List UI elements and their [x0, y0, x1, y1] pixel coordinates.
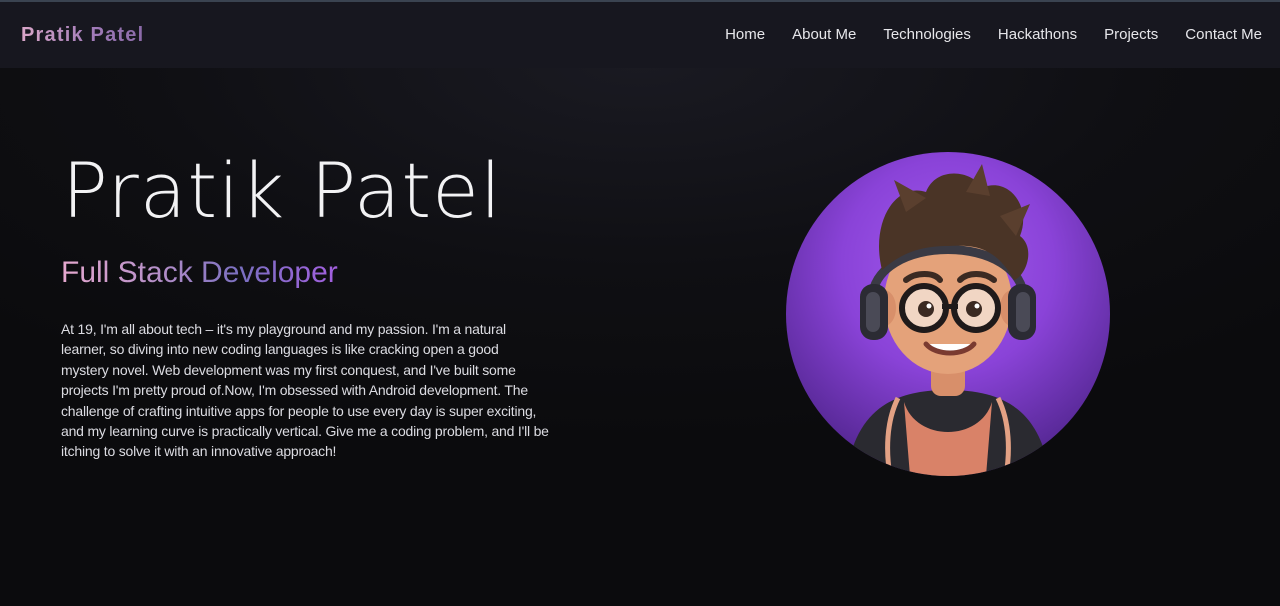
navbar: Pratik Patel Home About Me Technologies … — [0, 2, 1280, 68]
nav-contact-me[interactable]: Contact Me — [1185, 26, 1262, 43]
avatar-illustration-icon — [846, 164, 1050, 476]
hero-role: Full Stack Developer — [61, 256, 338, 289]
nav-technologies[interactable]: Technologies — [883, 26, 971, 43]
nav-projects[interactable]: Projects — [1104, 26, 1158, 43]
nav-about-me[interactable]: About Me — [792, 26, 856, 43]
hero-name: Pratik Patel — [62, 146, 503, 235]
avatar — [786, 152, 1110, 476]
main-nav: Home About Me Technologies Hackathons Pr… — [698, 26, 1262, 43]
brand-logo[interactable]: Pratik Patel — [21, 24, 144, 47]
hero-bio: At 19, I'm all about tech – it's my play… — [61, 321, 549, 460]
nav-hackathons[interactable]: Hackathons — [998, 26, 1077, 43]
page: Pratik Patel Home About Me Technologies … — [0, 0, 1280, 606]
nav-home[interactable]: Home — [725, 26, 765, 43]
